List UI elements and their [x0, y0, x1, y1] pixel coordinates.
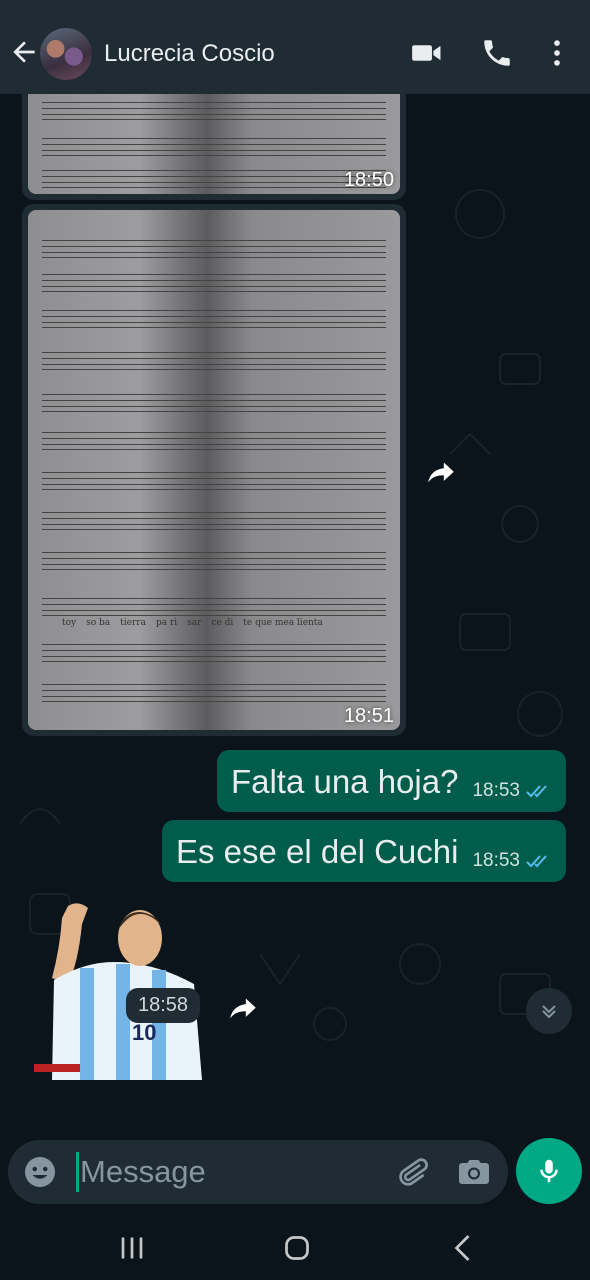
message-composer [8, 1140, 508, 1204]
voice-call-icon[interactable] [480, 36, 514, 70]
chat-header: Lucrecia Coscio [0, 0, 590, 94]
back-arrow-icon[interactable] [8, 36, 40, 68]
lyric-word: so ba [86, 618, 111, 628]
outgoing-message[interactable]: Es ese el del Cuchi 18:53 [161, 820, 566, 882]
video-call-icon[interactable] [410, 36, 444, 70]
attach-icon[interactable] [394, 1154, 430, 1190]
lyric-word: tierra [120, 618, 146, 628]
lyric-word: pa ri [155, 618, 178, 628]
read-receipt-icon [526, 785, 547, 798]
lyric-word: sar [187, 618, 202, 628]
image-message[interactable]: toy so ba tierra pa ri sar ce di te que … [22, 204, 406, 736]
chat-area[interactable]: 18:50 toy so ba tierra pa ri sar ce di t… [0, 94, 590, 1134]
jersey-number: 10 [132, 1020, 156, 1045]
double-chevron-down-icon [542, 1005, 556, 1019]
message-text: Es ese el del Cuchi [175, 833, 459, 870]
recent-apps-icon[interactable] [114, 1230, 150, 1266]
message-time: 18:50 [343, 169, 394, 191]
sheet-music-photo[interactable]: toy so ba tierra pa ri sar ce di te que … [28, 210, 400, 730]
lyrics-line: toy so ba tierra pa ri sar ce di te que … [62, 618, 382, 628]
contact-name[interactable]: Lucrecia Coscio [104, 40, 275, 68]
voice-message-button[interactable] [516, 1138, 582, 1204]
forward-icon[interactable] [226, 990, 260, 1024]
scroll-to-bottom-button[interactable] [526, 988, 572, 1034]
mic-icon [540, 1159, 558, 1183]
message-time: 18:58 [126, 988, 201, 1023]
system-navigation-bar [0, 1212, 590, 1280]
avatar[interactable] [40, 28, 92, 80]
more-options-icon[interactable] [540, 36, 574, 70]
message-input[interactable] [80, 1150, 380, 1194]
message-time: 18:53 [472, 780, 520, 801]
emoji-icon[interactable] [22, 1154, 58, 1190]
lyric-word: toy [62, 618, 77, 628]
text-cursor [76, 1152, 79, 1192]
lyric-word: ce di [211, 618, 234, 628]
camera-icon[interactable] [456, 1154, 492, 1190]
lyric-word: te que mea lienta [243, 618, 323, 628]
back-nav-icon[interactable] [446, 1230, 482, 1266]
outgoing-message[interactable]: Falta una hoja? 18:53 [216, 750, 566, 812]
message-text: Falta una hoja? [230, 763, 459, 800]
image-message[interactable]: 18:50 [22, 94, 406, 200]
message-time: 18:53 [472, 850, 520, 871]
message-time: 18:51 [343, 705, 394, 727]
read-receipt-icon [526, 855, 547, 868]
home-icon[interactable] [279, 1230, 315, 1266]
forward-icon[interactable] [424, 454, 458, 488]
